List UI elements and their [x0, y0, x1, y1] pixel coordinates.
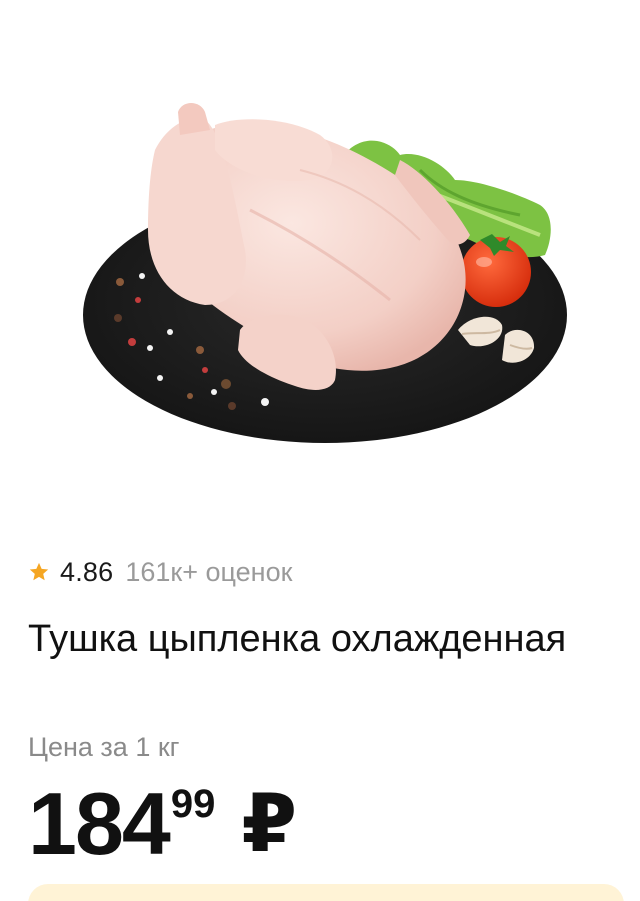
product-image[interactable] [0, 0, 640, 530]
rating-row[interactable]: 4.86 161к+ оценок [28, 552, 292, 592]
rating-count[interactable]: 161к+ оценок [125, 557, 292, 588]
rating-value: 4.86 [60, 556, 114, 587]
promo-banner[interactable] [28, 884, 624, 901]
price-fraction: 99 [170, 782, 216, 826]
chicken-illustration [83, 103, 567, 443]
currency-symbol: ₽ [241, 779, 297, 868]
price-integer: 184 [28, 774, 171, 873]
product-title: Тушка цыпленка охлажденная [28, 618, 567, 660]
price-label: Цена за 1 кг [28, 732, 180, 762]
product-price: 184 99 ₽ [28, 776, 297, 876]
product-page: 4.86 161к+ оценок Тушка цыпленка охлажде… [0, 0, 640, 901]
star-icon [28, 561, 50, 583]
